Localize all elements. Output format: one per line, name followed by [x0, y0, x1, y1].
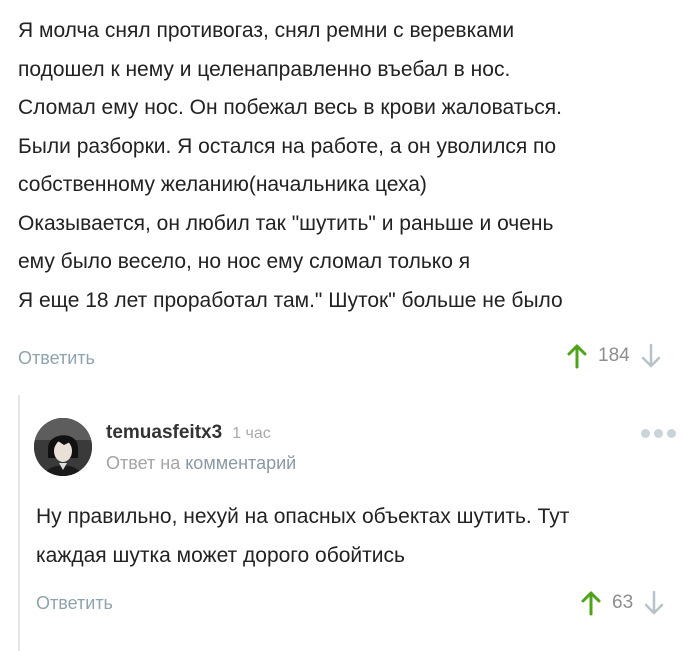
reply-to: Ответ на комментарий [106, 453, 296, 474]
avatar-image [34, 418, 92, 476]
comment-rating: 184 [566, 343, 662, 369]
reply-line: каждая шутка может дорого обойтись [36, 543, 405, 567]
comment-line: собственному желанию(начальника цеха) [18, 173, 427, 196]
thread-line [18, 395, 20, 651]
arrow-up-icon[interactable] [566, 343, 588, 369]
comment-line: Сломал ему нос. Он побежал весь в крови … [18, 96, 562, 119]
reply-rating: 63 [580, 590, 665, 616]
reply-line: Ну правильно, нехуй на опасных объектах … [36, 505, 570, 528]
author-name[interactable]: temuasfeitx3 [106, 422, 222, 444]
author-info: temuasfeitx3 1 час [106, 422, 271, 444]
comment-actions: Ответить [18, 343, 95, 373]
reply-button[interactable]: Ответить [36, 593, 113, 614]
comment-line: Были разборки. Я остался на работе, а он… [18, 134, 557, 158]
comment-line: Оказывается, он любил так "шутить" и ран… [18, 211, 554, 235]
reply-text: Ну правильно, нехуй на опасных объектах … [36, 498, 676, 575]
arrow-up-icon[interactable] [580, 590, 602, 616]
arrow-down-icon[interactable] [643, 590, 665, 616]
reply-button[interactable]: Ответить [18, 348, 95, 369]
comment-line: ему было весело, но нос ему сломал тольк… [18, 250, 471, 273]
comment-line: подошел к нему и целенаправленно въебал … [18, 57, 511, 81]
arrow-down-icon[interactable] [640, 343, 662, 369]
rating-count: 63 [612, 592, 634, 613]
avatar[interactable] [34, 418, 92, 476]
reply-to-link[interactable]: комментарий [185, 453, 296, 473]
comment-text: Я молча снял противогаз, снял ремни с ве… [18, 12, 688, 320]
reply-to-prefix: Ответ на [106, 453, 181, 473]
comment-line: Я еще 18 лет проработал там." Шуток" бол… [18, 288, 563, 312]
comment-line: Я молча снял противогаз, снял ремни с ве… [18, 19, 515, 42]
comment-time: 1 час [232, 425, 271, 442]
more-dots-icon[interactable] [641, 429, 676, 438]
rating-count: 184 [598, 345, 630, 366]
reply-actions: Ответить [36, 588, 113, 618]
